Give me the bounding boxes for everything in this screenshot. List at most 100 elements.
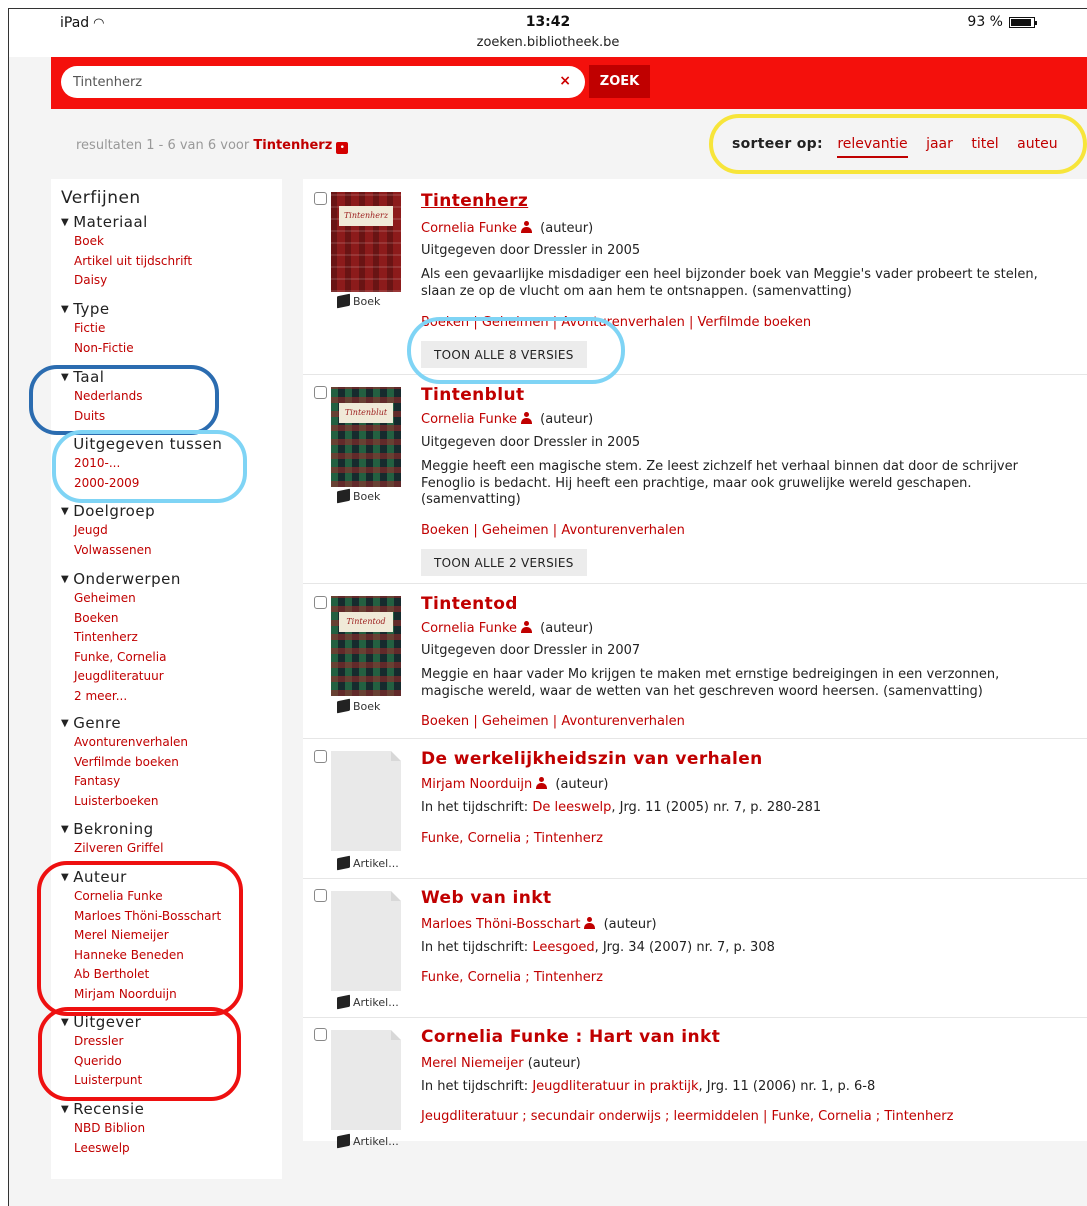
facet-heading[interactable]: ▼ Doelgroep — [61, 502, 155, 521]
author-link[interactable]: Cornelia Funke — [421, 221, 517, 236]
rss-icon[interactable]: • — [336, 142, 349, 154]
facet-item[interactable]: Jeugd — [74, 521, 155, 541]
subject-link[interactable]: Avonturenverhalen — [561, 315, 685, 330]
facet-item[interactable]: Boeken — [74, 609, 181, 629]
subject-link[interactable]: Geheimen — [482, 523, 549, 538]
author-link[interactable]: Mirjam Noorduijn — [421, 777, 532, 792]
author-link[interactable]: Cornelia Funke — [421, 412, 517, 427]
subject-links[interactable]: Jeugdliteratuur ; secundair onderwijs ; … — [421, 1109, 953, 1124]
facet-item[interactable]: Tintenherz — [74, 628, 181, 648]
facet-materiaal: ▼ Materiaal Boek Artikel uit tijdschrift … — [61, 213, 192, 291]
journal-link[interactable]: De leeswelp — [532, 800, 611, 815]
facet-heading[interactable]: ▼ Recensie — [61, 1100, 145, 1119]
subject-link[interactable]: Boeken — [421, 523, 469, 538]
search-button[interactable]: ZOEK — [589, 65, 650, 98]
subject-link[interactable]: Tintenherz — [534, 831, 603, 846]
facet-item[interactable]: Luisterboeken — [74, 792, 188, 812]
facet-heading[interactable]: ▼ Onderwerpen — [61, 570, 181, 589]
subject-link[interactable]: Geheimen — [482, 315, 549, 330]
show-versions-button[interactable]: TOON ALLE 2 VERSIES — [421, 549, 587, 576]
facet-item[interactable]: Leeswelp — [74, 1139, 145, 1159]
facet-more[interactable]: 2 meer... — [74, 687, 181, 707]
select-checkbox[interactable] — [314, 192, 327, 205]
author-link[interactable]: Marloes Thöni-Bosschart — [421, 917, 580, 932]
facet-item[interactable]: Querido — [74, 1052, 142, 1072]
facet-item[interactable]: Avonturenverhalen — [74, 733, 188, 753]
subject-link[interactable]: Boeken — [421, 315, 469, 330]
journal-link[interactable]: Leesgoed — [532, 940, 594, 955]
facet-item[interactable]: Nederlands — [74, 387, 142, 407]
select-checkbox[interactable] — [314, 889, 327, 902]
select-checkbox[interactable] — [314, 386, 327, 399]
result-title[interactable]: Web van inkt — [421, 888, 552, 908]
subject-link[interactable]: Verfilmde boeken — [698, 315, 812, 330]
result-item: Artikel... De werkelijkheidszin van verh… — [303, 739, 1087, 879]
book-cover[interactable]: Tintenblut — [331, 387, 401, 487]
facet-heading[interactable]: ▼Uitgegeven tussen — [61, 435, 222, 454]
address-bar[interactable]: zoeken.bibliotheek.be — [9, 35, 1087, 50]
book-cover[interactable]: Tintentod — [331, 596, 401, 696]
facet-heading[interactable]: ▼ Taal — [61, 368, 142, 387]
facet-item[interactable]: Fictie — [74, 319, 134, 339]
facet-item[interactable]: Boek — [74, 232, 192, 252]
search-input[interactable] — [73, 66, 543, 98]
facet-item[interactable]: Luisterpunt — [74, 1071, 142, 1091]
subject-link[interactable]: Avonturenverhalen — [561, 523, 685, 538]
sort-jaar[interactable]: jaar — [926, 136, 953, 152]
facet-item[interactable]: Dressler — [74, 1032, 142, 1052]
article-placeholder-image[interactable] — [331, 891, 401, 991]
subject-link[interactable]: Funke, Cornelia — [421, 970, 521, 985]
facet-heading[interactable]: ▼ Bekroning — [61, 820, 163, 839]
facet-item[interactable]: Cornelia Funke — [74, 887, 221, 907]
select-checkbox[interactable] — [314, 750, 327, 763]
facet-heading[interactable]: ▼ Type — [61, 300, 134, 319]
facet-heading[interactable]: ▼ Uitgever — [61, 1013, 142, 1032]
facet-heading[interactable]: ▼ Auteur — [61, 868, 221, 887]
article-placeholder-image[interactable] — [331, 751, 401, 851]
subject-link[interactable]: Tintenherz — [534, 970, 603, 985]
facet-item[interactable]: Volwassenen — [74, 541, 155, 561]
facet-item[interactable]: Zilveren Griffel — [74, 839, 163, 859]
clear-icon[interactable]: × — [559, 73, 571, 89]
facet-item[interactable]: NBD Biblion — [74, 1119, 145, 1139]
facet-item[interactable]: Fantasy — [74, 772, 188, 792]
subject-link[interactable]: Boeken — [421, 714, 469, 729]
facet-item[interactable]: Funke, Cornelia — [74, 648, 181, 668]
result-title[interactable]: Cornelia Funke : Hart van inkt — [421, 1027, 720, 1047]
facet-item[interactable]: Verfilmde boeken — [74, 753, 188, 773]
sort-relevantie[interactable]: relevantie — [837, 136, 908, 158]
show-versions-button[interactable]: TOON ALLE 8 VERSIES — [421, 341, 587, 368]
result-title[interactable]: Tintentod — [421, 594, 518, 614]
author-link[interactable]: Merel Niemeijer — [421, 1056, 524, 1071]
facet-heading[interactable]: ▼ Genre — [61, 714, 188, 733]
subject-link[interactable]: Avonturenverhalen — [561, 714, 685, 729]
facet-item[interactable]: Artikel uit tijdschrift — [74, 252, 192, 272]
facet-item[interactable]: Merel Niemeijer — [74, 926, 221, 946]
book-cover[interactable]: Tintenherz — [331, 192, 401, 292]
facet-item[interactable]: Daisy — [74, 271, 192, 291]
facet-item[interactable]: Mirjam Noorduijn — [74, 985, 221, 1005]
facet-item[interactable]: Geheimen — [74, 589, 181, 609]
facet-item[interactable]: Hanneke Beneden — [74, 946, 221, 966]
subject-link[interactable]: Funke, Cornelia — [421, 831, 521, 846]
journal-link[interactable]: Jeugdliteratuur in praktijk — [532, 1079, 698, 1094]
author-link[interactable]: Cornelia Funke — [421, 621, 517, 636]
facet-item[interactable]: Non-Fictie — [74, 339, 134, 359]
result-title[interactable]: De werkelijkheidszin van verhalen — [421, 749, 763, 769]
results-query[interactable]: Tintenherz — [253, 138, 332, 153]
facet-item[interactable]: Jeugdliteratuur — [74, 667, 181, 687]
facet-item[interactable]: 2010-... — [74, 454, 222, 474]
facet-item[interactable]: 2000-2009 — [74, 474, 222, 494]
sort-auteur[interactable]: auteu — [1017, 136, 1057, 152]
sort-titel[interactable]: titel — [971, 136, 998, 152]
facet-item[interactable]: Ab Bertholet — [74, 965, 221, 985]
subject-link[interactable]: Geheimen — [482, 714, 549, 729]
result-title[interactable]: Tintenblut — [421, 385, 525, 405]
select-checkbox[interactable] — [314, 1028, 327, 1041]
select-checkbox[interactable] — [314, 596, 327, 609]
facet-item[interactable]: Marloes Thöni-Bosschart — [74, 907, 221, 927]
facet-item[interactable]: Duits — [74, 407, 142, 427]
article-placeholder-image[interactable] — [331, 1030, 401, 1130]
facet-heading[interactable]: ▼ Materiaal — [61, 213, 192, 232]
result-title[interactable]: Tintenherz — [421, 191, 528, 211]
